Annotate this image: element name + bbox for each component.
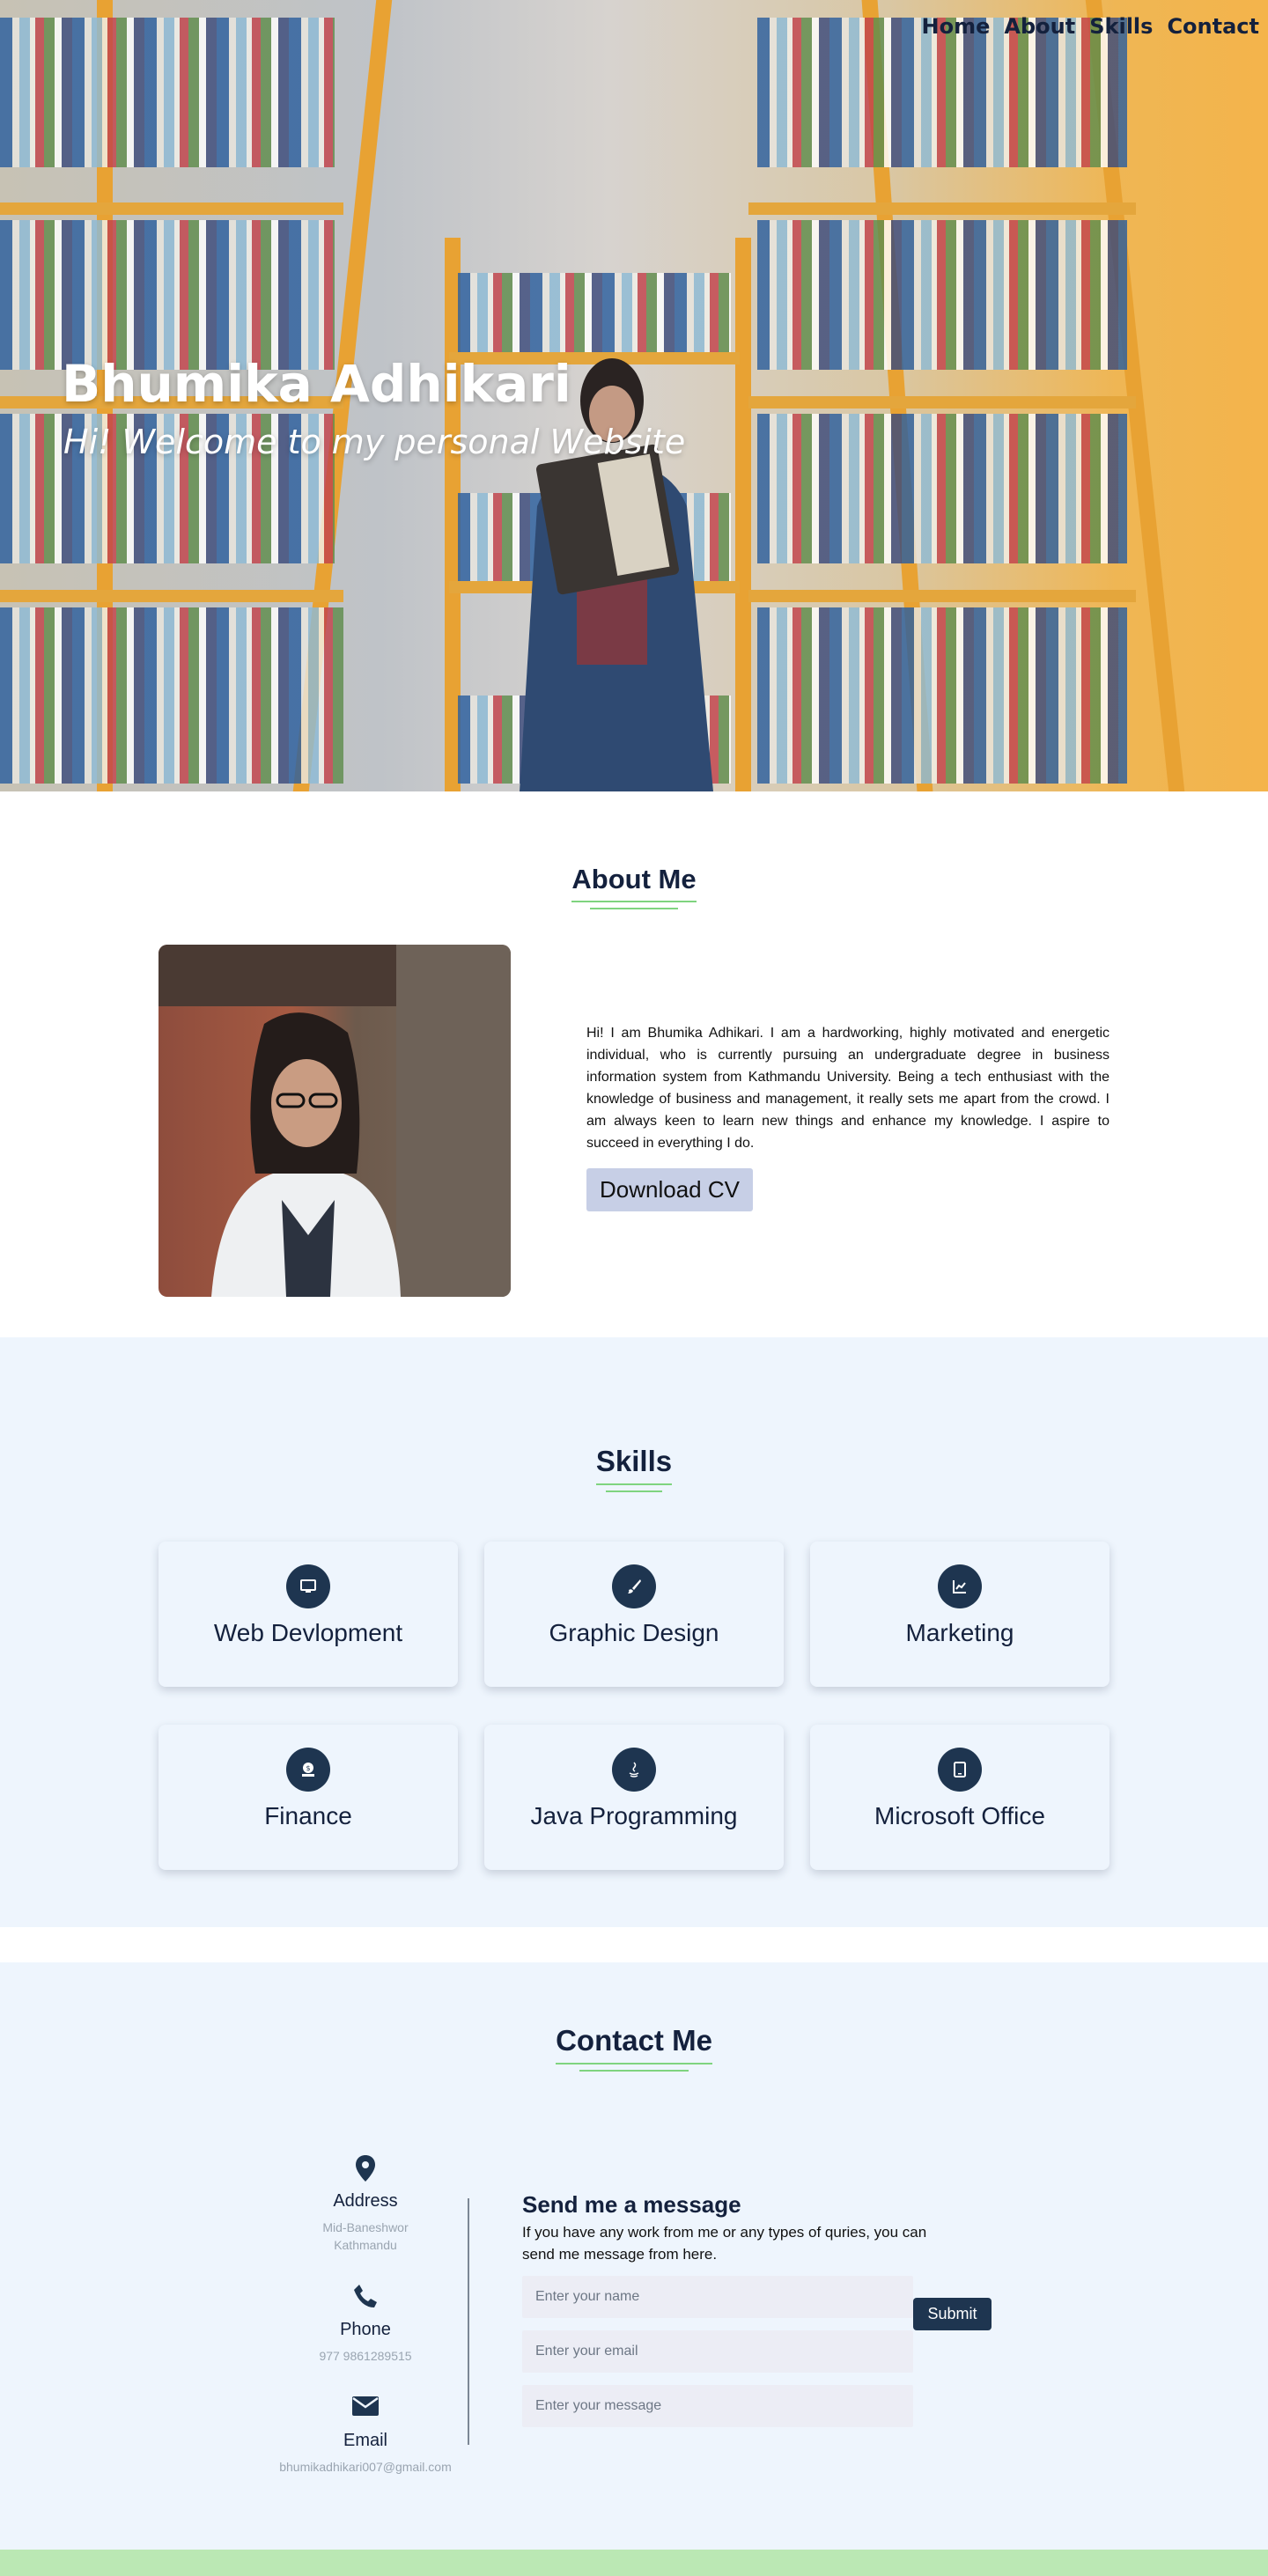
skill-card-marketing: Marketing — [810, 1542, 1110, 1687]
hero-name: Bhumika Adhikari — [62, 354, 571, 414]
about-title: About Me — [571, 864, 697, 902]
money-icon: $ — [286, 1748, 330, 1792]
nav-contact-link[interactable]: Contact — [1167, 14, 1259, 39]
skill-card-web-development: Web Devlopment — [158, 1542, 458, 1687]
skill-label: Marketing — [905, 1619, 1014, 1646]
contact-section: Contact Me Address Mid-Baneshwor Kathman… — [0, 1962, 1268, 2550]
download-cv-button[interactable]: Download CV — [586, 1168, 753, 1211]
contact-heading: Contact Me — [0, 2024, 1268, 2072]
map-pin-icon — [255, 2154, 476, 2186]
address-line-2: Kathmandu — [334, 2238, 397, 2252]
skills-title: Skills — [595, 1445, 673, 1485]
desktop-icon — [286, 1564, 330, 1608]
message-form-description: If you have any work from me or any type… — [522, 2224, 927, 2263]
skill-label: Graphic Design — [549, 1619, 719, 1646]
nav-home-link[interactable]: Home — [922, 14, 991, 39]
skill-label: Java Programming — [530, 1802, 738, 1829]
email-block: Email bhumikadhikari007@gmail.com — [255, 2394, 476, 2476]
about-heading: About Me — [0, 864, 1268, 909]
submit-button[interactable]: Submit — [913, 2298, 992, 2330]
phone-number: 977 9861289515 — [319, 2349, 412, 2363]
name-input[interactable] — [522, 2276, 913, 2318]
hero-subtitle: Hi! Welcome to my personal Website — [63, 423, 686, 461]
skills-section: Skills Web Devlopment Graphic Design Mar… — [0, 1337, 1268, 1927]
nav-skills-link[interactable]: Skills — [1089, 14, 1153, 39]
java-icon — [612, 1748, 656, 1792]
heading-underline — [606, 1490, 662, 1492]
address-block: Address Mid-Baneshwor Kathmandu — [255, 2154, 476, 2254]
footer-bar — [0, 2550, 1268, 2576]
skill-card-java-programming: Java Programming — [484, 1725, 784, 1870]
address-line-1: Mid-Baneshwor — [322, 2220, 409, 2234]
skill-label: Finance — [264, 1802, 352, 1829]
tablet-icon — [938, 1748, 982, 1792]
envelope-icon — [255, 2394, 476, 2425]
nav-about-link[interactable]: About — [1004, 14, 1075, 39]
skill-label: Microsoft Office — [874, 1802, 1045, 1829]
email-title: Email — [343, 2431, 387, 2450]
heading-underline — [590, 908, 678, 909]
about-description: Hi! I am Bhumika Adhikari. I am a hardwo… — [586, 1026, 1110, 1151]
address-title: Address — [333, 2191, 398, 2211]
message-input[interactable] — [522, 2385, 913, 2427]
profile-photo — [158, 945, 511, 1297]
skill-card-graphic-design: Graphic Design — [484, 1542, 784, 1687]
person-reading-figure — [520, 358, 713, 791]
hero-banner: Home About Skills Contact Bhumika Adhika… — [0, 0, 1268, 791]
contact-divider — [468, 2198, 469, 2445]
contact-title: Contact Me — [556, 2024, 712, 2064]
chart-icon — [938, 1564, 982, 1608]
skills-heading: Skills — [0, 1445, 1268, 1492]
skill-card-finance: $ Finance — [158, 1725, 458, 1870]
phone-icon — [255, 2283, 476, 2315]
email-address: bhumikadhikari007@gmail.com — [279, 2460, 452, 2474]
about-section: About Me Hi! I am Bhumika Adhikari. I am… — [0, 791, 1268, 1337]
email-input[interactable] — [522, 2330, 913, 2373]
brush-icon — [612, 1564, 656, 1608]
message-form-title: Send me a message — [522, 2191, 741, 2218]
phone-block: Phone 977 9861289515 — [255, 2283, 476, 2365]
skill-card-microsoft-office: Microsoft Office — [810, 1725, 1110, 1870]
skill-label: Web Devlopment — [213, 1619, 403, 1646]
main-nav: Home About Skills Contact — [922, 14, 1259, 39]
heading-underline — [579, 2070, 689, 2072]
svg-text:$: $ — [306, 1764, 310, 1772]
phone-title: Phone — [340, 2320, 391, 2339]
